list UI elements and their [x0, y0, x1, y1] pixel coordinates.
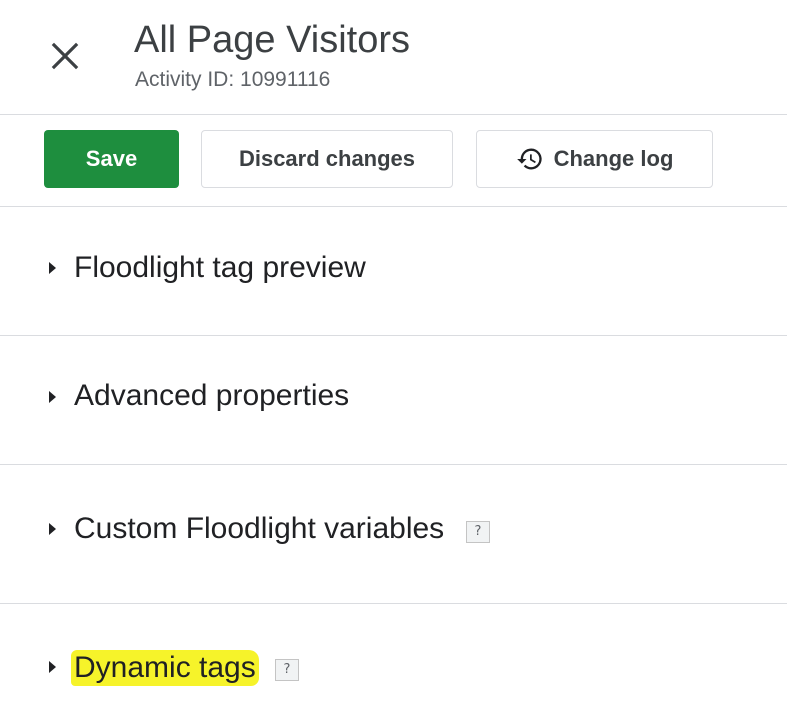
expand-arrow-icon	[49, 523, 56, 535]
activity-id: Activity ID: 10991116	[135, 68, 331, 91]
history-icon	[516, 145, 544, 173]
discard-button-label: Discard changes	[238, 146, 416, 171]
section-label: Floodlight tag preview	[74, 251, 366, 284]
action-toolbar: Save Discard changes Change log	[0, 115, 787, 207]
help-icon[interactable]: ?	[466, 521, 490, 543]
section-label: Advanced properties	[74, 379, 350, 412]
panel-header: All Page Visitors Activity ID: 10991116	[0, 0, 787, 115]
section-floodlight-tag-preview[interactable]: Floodlight tag preview	[0, 207, 787, 336]
section-custom-floodlight-variables[interactable]: Custom Floodlight variables ?	[0, 465, 787, 604]
save-button-label: Save	[85, 146, 138, 171]
save-button[interactable]: Save	[44, 130, 179, 188]
close-button[interactable]	[44, 34, 88, 78]
expand-arrow-icon	[49, 262, 56, 274]
page-title: All Page Visitors	[134, 19, 410, 61]
floodlight-activity-panel: All Page Visitors Activity ID: 10991116 …	[0, 0, 787, 726]
help-icon[interactable]: ?	[275, 659, 299, 681]
section-label: Custom Floodlight variables	[74, 512, 445, 545]
section-advanced-properties[interactable]: Advanced properties	[0, 336, 787, 465]
section-dynamic-tags[interactable]: Dynamic tags ?	[0, 605, 787, 726]
close-icon	[51, 42, 79, 70]
section-label: Dynamic tags	[71, 650, 259, 686]
discard-changes-button[interactable]: Discard changes	[201, 130, 453, 188]
change-log-button[interactable]: Change log	[476, 130, 713, 188]
expand-arrow-icon	[49, 391, 56, 403]
change-log-label: Change log	[553, 146, 674, 171]
expand-arrow-icon	[49, 661, 56, 673]
